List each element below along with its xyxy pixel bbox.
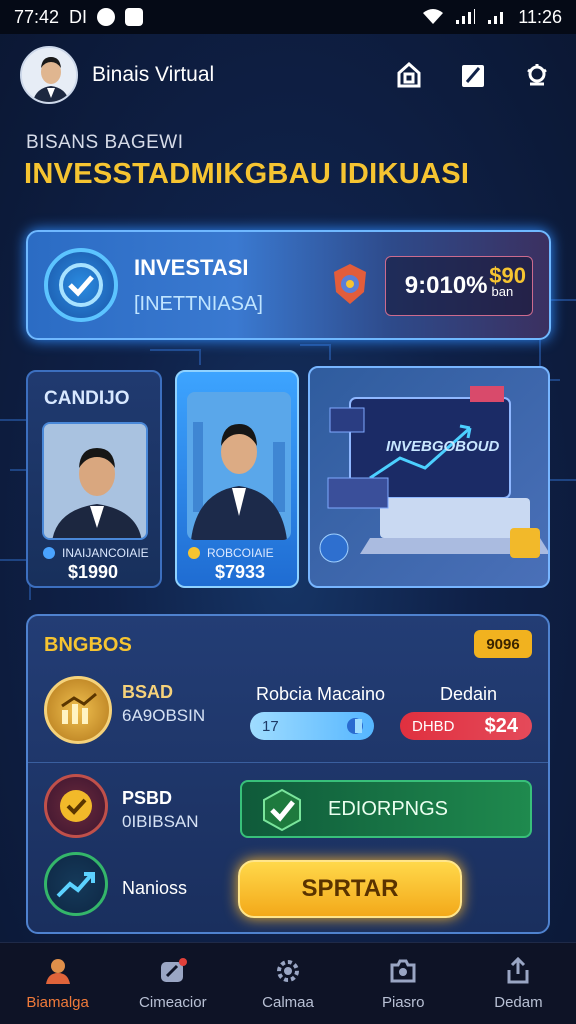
status-time-right: 11:26	[518, 6, 562, 27]
trend-up-icon	[44, 852, 108, 916]
app-title: Binais Virtual	[92, 63, 215, 86]
coin-icon	[43, 547, 55, 559]
tab-biamalga[interactable]: Biamalga	[0, 943, 115, 1024]
tab-cimeacior[interactable]: Cimeacior	[115, 943, 230, 1024]
check-badge-icon	[44, 248, 118, 322]
laptop-illustration	[319, 386, 548, 563]
row-label: PSBD	[122, 788, 173, 808]
green-button-label: EDIORPNGS	[328, 797, 449, 820]
person-photo-2	[187, 392, 291, 540]
card-title: CANDIJO	[44, 388, 130, 409]
percent-box: 9:010% ban $90	[385, 256, 533, 316]
app-notification-icon	[125, 8, 144, 26]
panel-title: BNGBOS	[44, 634, 132, 656]
status-carrier: DI	[69, 6, 88, 27]
gear-icon	[277, 960, 299, 982]
shield-icon	[334, 264, 366, 304]
laptop-screen-text: INVEBGOBOUD	[386, 438, 500, 455]
pill-blue-value: 17	[262, 717, 279, 735]
avatar-portrait-icon	[22, 48, 76, 102]
person-photo-1	[42, 422, 148, 540]
col-header: Robcia Macaino	[256, 684, 386, 704]
row-sub: 6A9OBSIN	[122, 706, 206, 725]
value-pill-red[interactable]: DHBD $24	[400, 712, 532, 740]
card-price: $1990	[68, 562, 119, 582]
tab-label: Cimeacior	[139, 994, 207, 1011]
tab-piasro[interactable]: Piasro	[346, 943, 461, 1024]
home-icon[interactable]	[394, 60, 424, 90]
col-header: Dedain	[440, 684, 498, 704]
pill-red-left: DHBD	[412, 717, 455, 735]
coin-icon	[188, 547, 200, 559]
profile-card-1[interactable]: CANDIJO INAIJANCOIAIE $1990	[26, 370, 162, 588]
row-label: Nanioss	[122, 878, 188, 898]
status-time-left: 77:42	[14, 6, 60, 27]
panel-tag[interactable]: 9096	[474, 630, 532, 658]
investment-panel: BNGBOS 9096 BSAD 6A9OBSIN Robcia Macaino…	[26, 614, 550, 934]
signal-icon-2	[488, 12, 504, 24]
chart-coin-icon	[44, 676, 112, 744]
trading-laptop-card[interactable]: INVEBGOBOUD	[308, 366, 550, 588]
value-pill-blue[interactable]: 17	[250, 712, 374, 740]
banner-title: INVESTASI	[134, 254, 249, 280]
banner-subtitle: [INETTNIASA]	[134, 292, 263, 315]
verified-icon	[263, 788, 301, 832]
card-price: $7933	[215, 562, 266, 582]
app-header: Binais Virtual	[20, 44, 556, 106]
banner-percent: 9:010%	[404, 272, 488, 299]
wifi-icon	[423, 9, 444, 24]
investment-banner[interactable]: INVESTASI [INETTNIASA] 9:010% ban $90	[26, 230, 551, 340]
chat-icon	[160, 958, 187, 982]
signal-icon	[456, 9, 476, 24]
settings-icon[interactable]	[522, 60, 552, 90]
check-coin-icon	[44, 774, 108, 838]
profile-card-2[interactable]: ROBCOIAIE $7933	[175, 370, 299, 588]
row-label: BSAD	[122, 682, 174, 702]
share-icon	[507, 956, 529, 984]
tab-dedam[interactable]: Dedam	[461, 943, 576, 1024]
row-sub: 0IBIBSAN	[122, 812, 199, 831]
bottom-tab-bar: Biamalga Cimeacior Calmaa Piasro Dedam	[0, 942, 576, 1024]
start-button[interactable]: SPRTAR	[238, 860, 462, 918]
tab-calmaa[interactable]: Calmaa	[230, 943, 345, 1024]
tab-label: Dedam	[494, 994, 543, 1011]
card-name: INAIJANCOIAIE	[62, 546, 149, 560]
status-bar: 77:42 DI 11:26	[0, 0, 576, 34]
pill-red-right: $24	[484, 714, 518, 737]
banner-gold-value: $90	[489, 263, 526, 288]
toggle-icon	[347, 718, 363, 734]
panel-divider	[28, 762, 548, 763]
card-name: ROBCOIAIE	[207, 546, 274, 560]
tab-label: Calmaa	[262, 994, 314, 1011]
green-action-button[interactable]: EDIORPNGS	[240, 780, 532, 838]
notification-icon	[97, 8, 116, 26]
tab-label: Biamalga	[26, 994, 89, 1011]
tab-label: Piasro	[381, 994, 425, 1011]
avatar[interactable]	[20, 46, 78, 104]
edit-icon[interactable]	[458, 60, 488, 90]
hero-subtitle: BISANS BAGEWI	[26, 132, 184, 153]
camera-icon	[390, 959, 416, 983]
profile-icon	[45, 959, 70, 984]
hero-headline: INVESSTADMIKGBAU IDIKUASI	[24, 158, 470, 190]
